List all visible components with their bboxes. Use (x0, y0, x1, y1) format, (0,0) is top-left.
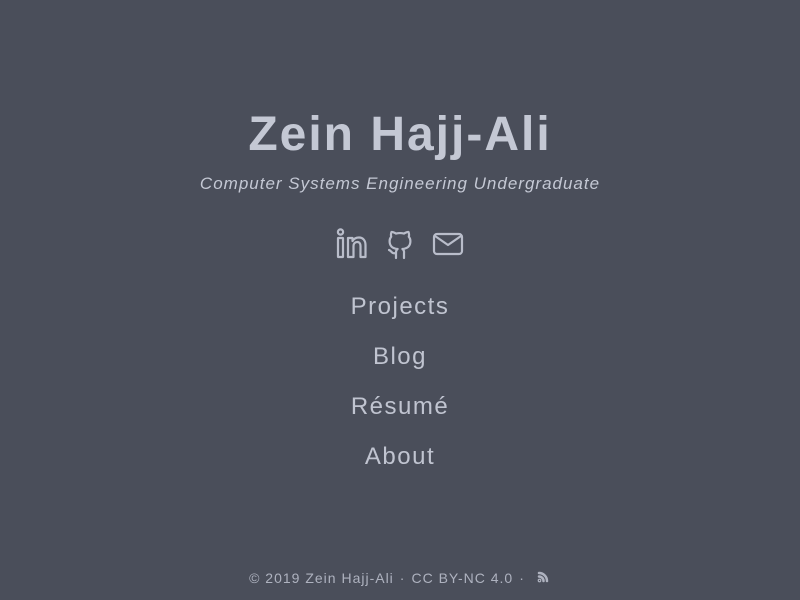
nav-item-projects: Projects (0, 282, 800, 332)
email-link[interactable] (431, 227, 465, 261)
nav-item-blog: Blog (0, 332, 800, 382)
main-nav: Projects Blog Résumé About (0, 282, 800, 482)
footer-separator: · (519, 570, 525, 586)
nav-link-projects[interactable]: Projects (351, 293, 450, 321)
social-links (0, 226, 800, 262)
site-title: Zein Hajj-Ali (248, 108, 552, 161)
nav-link-blog[interactable]: Blog (373, 343, 427, 371)
site-subtitle: Computer Systems Engineering Undergradua… (199, 174, 601, 193)
footer: © 2019 Zein Hajj-Ali · CC BY-NC 4.0 · (0, 568, 800, 588)
nav-link-about[interactable]: About (365, 443, 435, 471)
github-icon (387, 230, 412, 260)
github-link[interactable] (383, 227, 417, 261)
nav-item-about: About (0, 432, 800, 482)
footer-copyright: © 2019 Zein Hajj-Ali (249, 570, 394, 586)
nav-item-resume: Résumé (0, 382, 800, 432)
rss-link[interactable] (537, 571, 551, 585)
linkedin-link[interactable] (335, 227, 369, 261)
footer-license-link[interactable]: CC BY-NC 4.0 (411, 570, 513, 586)
mail-icon (432, 232, 464, 256)
rss-icon (537, 571, 549, 583)
linkedin-icon (336, 228, 367, 259)
page: Zein Hajj-Ali Computer Systems Engineeri… (0, 0, 800, 600)
nav-link-resume[interactable]: Résumé (351, 393, 449, 421)
footer-separator: · (399, 570, 406, 586)
